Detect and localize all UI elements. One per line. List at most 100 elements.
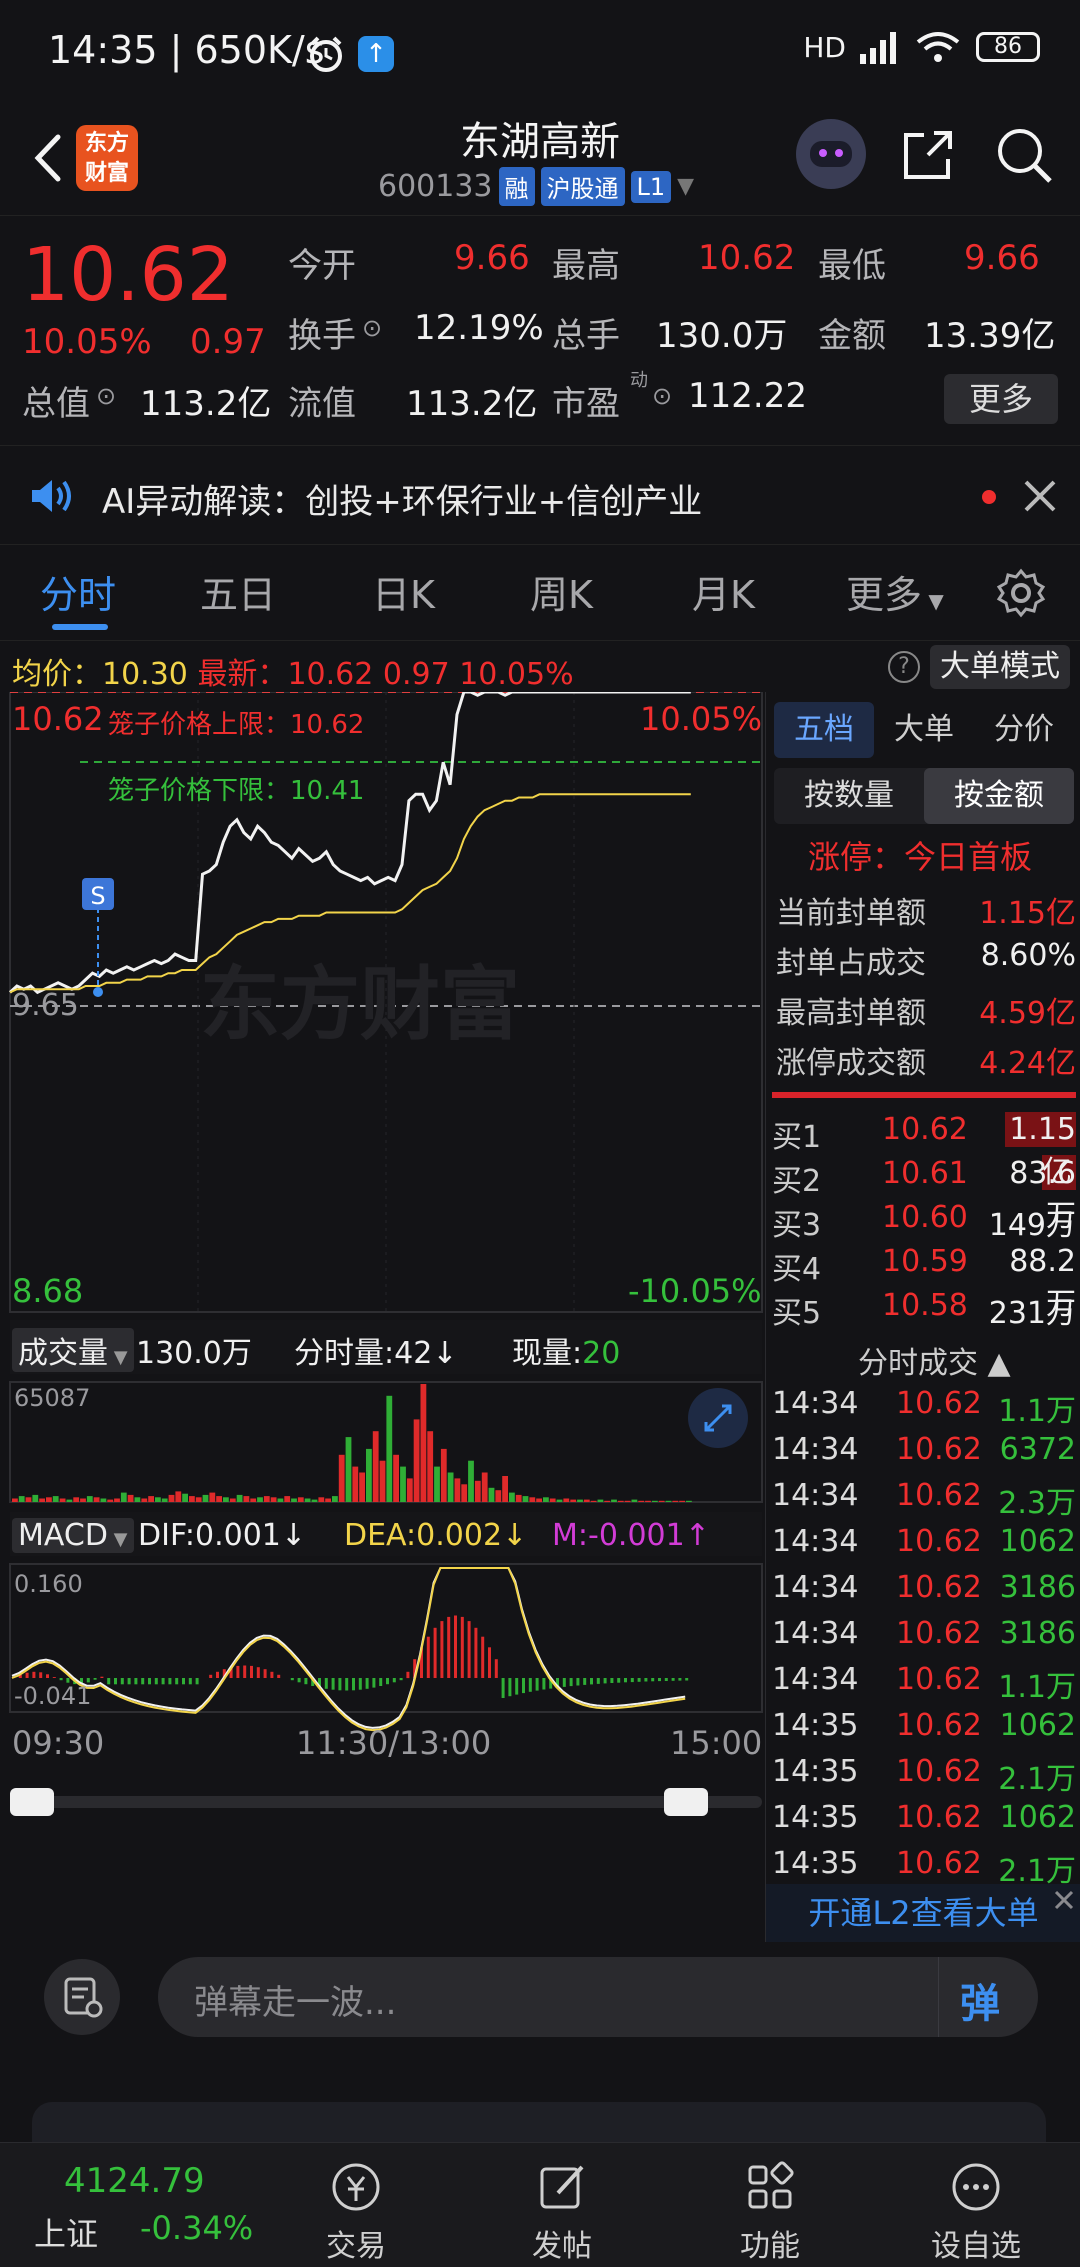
volume-bar: [284, 1496, 291, 1502]
close-l2-icon[interactable]: [1052, 1888, 1076, 1912]
macd-bar: [651, 1678, 655, 1682]
order-book-row[interactable]: 买3 10.60 149万: [772, 1200, 1076, 1244]
volume-bar: [338, 1454, 345, 1502]
gear-icon[interactable]: [996, 568, 1046, 618]
macd-label: MACD: [18, 1518, 108, 1553]
volume-bar: [223, 1497, 229, 1502]
promo-card-peek[interactable]: [32, 2102, 1046, 2142]
alarm-icon: [310, 36, 342, 72]
macd-bar: [596, 1678, 600, 1684]
macd-bar: [542, 1678, 546, 1690]
current-volume-value: 20: [582, 1336, 621, 1371]
turnover-info-icon[interactable]: ⊙: [362, 314, 382, 342]
stat-label: 最高封单额: [776, 996, 926, 1031]
macd-bar: [617, 1678, 621, 1683]
big-order-mode-button[interactable]: 大单模式: [930, 645, 1070, 689]
tab-five-day[interactable]: 五日: [200, 564, 276, 619]
nav-trade[interactable]: 交易: [286, 2159, 426, 2265]
ticks-title[interactable]: 分时成交 ▲: [858, 1338, 1011, 1382]
macd-bar: [515, 1678, 519, 1695]
macd-bar: [338, 1678, 342, 1691]
macd-bar: [290, 1678, 294, 1681]
l2-upgrade-banner[interactable]: 开通L2查看大单: [766, 1884, 1080, 1942]
nav-watchlist[interactable]: 设自选: [906, 2159, 1046, 2265]
caret-down-icon: ▼: [107, 1529, 128, 1550]
search-icon[interactable]: [994, 125, 1054, 185]
volume-bar: [617, 1500, 624, 1502]
volume-bar: [168, 1494, 175, 1502]
tick-row: 14:34 10.62 3186: [772, 1616, 1076, 1651]
tick-price: 10.62: [896, 1662, 982, 1697]
macd-bar: [624, 1678, 627, 1683]
tick-amount: 1.1万: [998, 1670, 1076, 1705]
book-price: 10.60: [882, 1200, 968, 1235]
share-icon[interactable]: [898, 125, 958, 185]
more-button[interactable]: 更多: [944, 374, 1058, 424]
volume-bar: [304, 1498, 311, 1502]
danmaku-placeholder: 弹幕走一波...: [194, 1983, 397, 2023]
macd-lines: [11, 1567, 686, 1732]
volume-bar: [175, 1491, 182, 1502]
macd-bar: [236, 1665, 240, 1678]
macd-selector[interactable]: MACD ▼: [12, 1518, 134, 1553]
tab-more[interactable]: 更多 ▼: [846, 564, 944, 619]
chart-tabs: 分时 五日 日K 周K 月K 更多 ▼: [0, 548, 1080, 638]
volume-bar: [359, 1472, 365, 1502]
tab-intraday[interactable]: 分时: [40, 564, 116, 619]
volume-bar: [32, 1494, 39, 1502]
macd-bar: [406, 1671, 410, 1679]
ai-banner[interactable]: AI异动解读：创投+环保行业+信创产业: [0, 445, 1080, 545]
close-icon[interactable]: [1022, 478, 1058, 514]
nav-post[interactable]: 发帖: [492, 2159, 632, 2265]
danmaku-settings-icon[interactable]: [44, 1959, 120, 2035]
volume-bar: [141, 1498, 148, 1502]
robot-assistant-icon[interactable]: [796, 119, 866, 189]
macd-bar: [372, 1678, 376, 1688]
pe-info-icon[interactable]: ⊙: [652, 382, 672, 410]
macd-bar: [161, 1678, 165, 1685]
volume-bar: [127, 1494, 134, 1502]
macd-bar: [263, 1669, 267, 1678]
trade-icon: [332, 2163, 380, 2211]
market-cap-info-icon[interactable]: ⊙: [96, 382, 116, 410]
time-axis-end: 15:00: [670, 1724, 763, 1762]
tick-time: 14:34: [772, 1432, 859, 1467]
signal-icon: [860, 32, 896, 64]
by-quantity-button[interactable]: 按数量: [774, 768, 924, 824]
stock-subtitle[interactable]: 600133 融 沪股通 L1 ▼: [378, 167, 694, 206]
tick-volume-label: 分时量:42: [294, 1336, 433, 1371]
volume-selector[interactable]: 成交量 ▼: [12, 1328, 134, 1372]
turnover-label: 换手: [288, 316, 356, 356]
tab-big-orders[interactable]: 大单: [874, 702, 974, 758]
market-cap-value: 113.2亿: [140, 384, 272, 424]
nav-post-label: 发帖: [532, 2229, 592, 2264]
volume-label: 总手: [552, 316, 620, 356]
volume-bar: [107, 1499, 114, 1502]
l2-upgrade-text: 开通L2查看大单: [808, 1894, 1039, 1932]
nav-functions[interactable]: 功能: [700, 2159, 840, 2265]
index-name[interactable]: 上证: [34, 2209, 98, 2255]
pct-axis-bottom: -10.05%: [628, 1272, 762, 1310]
tab-price-distribution[interactable]: 分价: [974, 702, 1074, 758]
float-cap-value: 113.2亿: [406, 384, 538, 424]
macd-bar: [114, 1678, 117, 1685]
tab-weekly-k[interactable]: 周K: [530, 564, 593, 619]
volume-bar: [257, 1497, 263, 1502]
status-bar: 14:35 | 650K/s ↑ HD 86: [0, 0, 1080, 105]
order-book-row[interactable]: 买5 10.58 231万: [772, 1288, 1076, 1332]
volume-bar: [638, 1500, 645, 1502]
scroll-handle-right[interactable]: [664, 1788, 708, 1816]
by-amount-button[interactable]: 按金额: [924, 768, 1074, 824]
intraday-chart[interactable]: 东方财富 S 10.62 10.05% 笼子价格上限：10.62 笼子价格下限：…: [0, 690, 765, 1892]
help-icon[interactable]: ?: [888, 651, 920, 683]
scroll-handle-left[interactable]: [10, 1788, 54, 1816]
tab-five-levels[interactable]: 五档: [774, 702, 874, 758]
volume-bar: [325, 1498, 331, 1502]
limit-up-title: 涨停：今日首板: [808, 838, 1033, 876]
tab-daily-k[interactable]: 日K: [372, 564, 435, 619]
order-book-panel: 五档 大单 分价 按数量 按金额 涨停：今日首板 当前封单额 1.15亿 封单占成交…: [765, 692, 1080, 1942]
price-axis-top: 10.62: [12, 700, 104, 738]
tab-monthly-k[interactable]: 月K: [692, 564, 755, 619]
macd-bar: [168, 1678, 172, 1685]
stat-value: 8.60%: [980, 938, 1076, 973]
